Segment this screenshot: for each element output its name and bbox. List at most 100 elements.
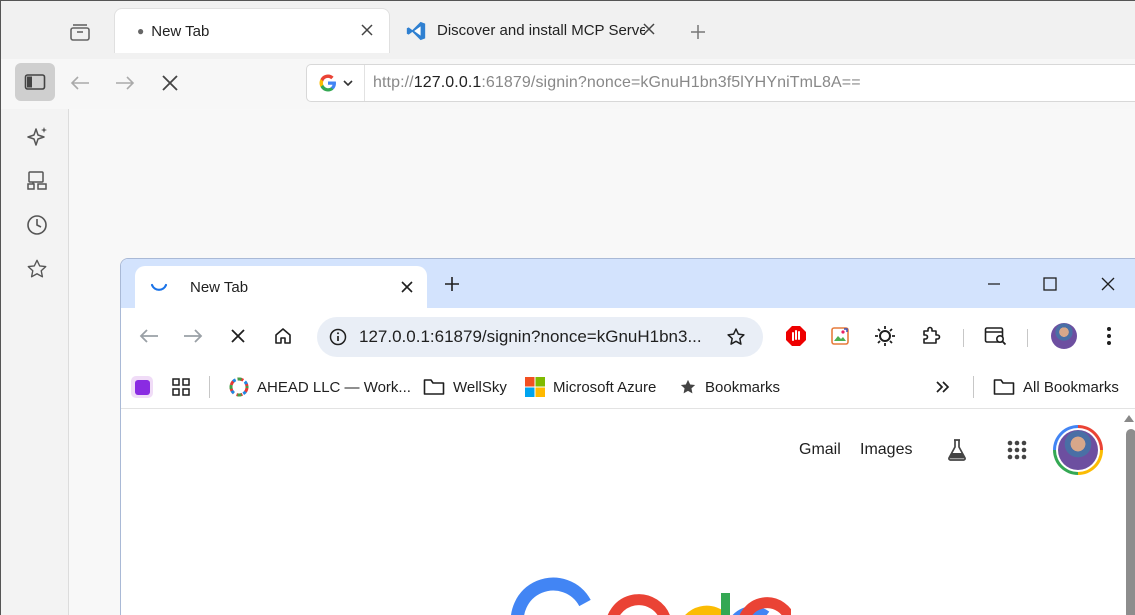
gmail-link[interactable]: Gmail bbox=[799, 441, 841, 459]
close-icon[interactable] bbox=[399, 279, 415, 295]
bookmark-microsoft-azure[interactable]: Microsoft Azure bbox=[525, 376, 656, 398]
back-button[interactable] bbox=[134, 321, 164, 351]
chevron-down-icon bbox=[342, 80, 353, 86]
account-avatar-button[interactable] bbox=[1053, 425, 1103, 475]
sun-extension-button[interactable] bbox=[870, 321, 900, 351]
flask-icon bbox=[948, 439, 966, 461]
sidebar-button-history[interactable] bbox=[23, 211, 51, 239]
new-tab-button[interactable] bbox=[439, 271, 465, 297]
forward-button[interactable] bbox=[110, 68, 140, 98]
tab-search-button[interactable] bbox=[981, 321, 1011, 351]
toolbar-separator bbox=[1027, 329, 1028, 347]
menu-button[interactable] bbox=[1094, 321, 1124, 351]
sidebar-button-favorites[interactable] bbox=[23, 255, 51, 283]
outer-sidebar bbox=[1, 109, 69, 615]
star-icon bbox=[680, 379, 696, 394]
stop-button[interactable] bbox=[223, 321, 253, 351]
bookmark-label: WellSky bbox=[453, 378, 507, 396]
info-icon bbox=[329, 328, 347, 346]
arrow-right-icon bbox=[184, 329, 203, 343]
close-icon[interactable] bbox=[641, 21, 657, 37]
inner-tab-title: New Tab bbox=[190, 278, 249, 296]
all-bookmarks-button[interactable]: All Bookmarks bbox=[993, 376, 1119, 398]
ublock-extension-button[interactable] bbox=[781, 321, 811, 351]
close-icon[interactable] bbox=[359, 22, 375, 38]
bookmark-ahead[interactable]: AHEAD LLC — Work... bbox=[229, 376, 411, 398]
scroll-up-arrow-icon[interactable] bbox=[1124, 415, 1134, 422]
outer-toolbar: http://127.0.0.1:61879/signin?nonce=kGnu… bbox=[1, 59, 1135, 109]
outer-address-bar[interactable]: http://127.0.0.1:61879/signin?nonce=kGnu… bbox=[306, 64, 1135, 102]
close-icon bbox=[1101, 277, 1115, 291]
maximize-button[interactable] bbox=[1037, 271, 1063, 297]
bookmarks-overflow-button[interactable] bbox=[935, 376, 951, 398]
inner-toolbar: 127.0.0.1:61879/signin?nonce=kGnuH1bn3..… bbox=[121, 308, 1135, 364]
chevron-double-right-icon bbox=[936, 381, 950, 393]
bookmark-wellsky[interactable]: WellSky bbox=[423, 376, 507, 398]
close-icon bbox=[162, 75, 178, 91]
bookmark-bookmarks[interactable]: Bookmarks bbox=[679, 376, 780, 398]
kebab-menu-icon bbox=[1107, 327, 1111, 345]
outer-tab-new-tab[interactable]: ● New Tab bbox=[114, 8, 390, 53]
omnibox-url: 127.0.0.1:61879/signin?nonce=kGnuH1bn3..… bbox=[359, 327, 702, 346]
folder-icon bbox=[423, 379, 445, 395]
bookmarks-bar: AHEAD LLC — Work... WellSky Microsoft Az… bbox=[121, 364, 1135, 409]
images-link[interactable]: Images bbox=[860, 441, 912, 459]
puzzle-icon bbox=[923, 326, 941, 344]
scrollbar-thumb[interactable] bbox=[1126, 429, 1135, 615]
search-engine-chip[interactable] bbox=[307, 65, 365, 101]
bookmark-app-purple[interactable] bbox=[131, 376, 153, 398]
tab-actions-button[interactable] bbox=[63, 15, 97, 49]
bookmark-label: Bookmarks bbox=[705, 378, 781, 396]
arrow-left-icon bbox=[70, 76, 89, 90]
profile-button[interactable] bbox=[1049, 321, 1079, 351]
forward-button[interactable] bbox=[178, 321, 208, 351]
tab-dot-icon: ● bbox=[137, 24, 145, 38]
avatar bbox=[1051, 323, 1077, 349]
bookmark-star-button[interactable] bbox=[725, 326, 747, 348]
folder-icon bbox=[993, 379, 1015, 395]
sidebar-icon bbox=[24, 74, 46, 90]
sidebar-toggle-button[interactable] bbox=[15, 63, 55, 101]
bookmark-label: Microsoft Azure bbox=[553, 378, 657, 396]
apps-grid-icon bbox=[172, 378, 190, 396]
purple-app-icon bbox=[131, 376, 153, 398]
minimize-icon bbox=[988, 283, 1000, 285]
site-info-button[interactable] bbox=[317, 317, 359, 357]
star-icon bbox=[727, 328, 745, 345]
avatar bbox=[1058, 430, 1098, 470]
vscode-icon bbox=[406, 21, 426, 40]
inner-tab-strip: New Tab bbox=[121, 259, 1135, 308]
apps-button[interactable] bbox=[171, 376, 191, 398]
outer-tab-mcp[interactable]: Discover and install MCP Server bbox=[399, 8, 661, 53]
sidebar-button-fleet[interactable] bbox=[23, 167, 51, 195]
home-icon bbox=[275, 328, 291, 344]
google-apps-button[interactable] bbox=[1003, 436, 1031, 464]
plus-icon bbox=[445, 277, 459, 291]
all-bookmarks-label: All Bookmarks bbox=[1023, 378, 1119, 396]
tab-search-icon bbox=[984, 327, 1007, 346]
url-scheme: http:// bbox=[373, 74, 414, 91]
labs-button[interactable] bbox=[943, 436, 971, 464]
inner-tab-new-tab[interactable]: New Tab bbox=[135, 266, 427, 308]
stop-button[interactable] bbox=[155, 68, 185, 98]
home-button[interactable] bbox=[268, 321, 298, 351]
sidebar-button-copilot[interactable] bbox=[23, 123, 51, 151]
back-button[interactable] bbox=[65, 68, 95, 98]
loading-spinner-icon bbox=[150, 283, 168, 291]
bookmarks-separator bbox=[209, 376, 210, 398]
close-window-button[interactable] bbox=[1095, 271, 1121, 297]
minimize-button[interactable] bbox=[981, 271, 1007, 297]
new-tab-button[interactable] bbox=[685, 19, 711, 45]
image-extension-button[interactable] bbox=[825, 321, 855, 351]
history-icon bbox=[27, 215, 47, 235]
apps-grid-icon bbox=[1007, 440, 1027, 460]
arrow-left-icon bbox=[139, 329, 158, 343]
extensions-button[interactable] bbox=[916, 321, 946, 351]
google-logo bbox=[511, 577, 791, 615]
bookmark-label: AHEAD LLC — Work... bbox=[257, 378, 411, 396]
maximize-icon bbox=[1043, 277, 1057, 291]
archive-icon bbox=[70, 24, 90, 41]
omnibox[interactable]: 127.0.0.1:61879/signin?nonce=kGnuH1bn3..… bbox=[317, 317, 763, 357]
close-icon bbox=[231, 329, 245, 343]
ahead-icon bbox=[229, 377, 249, 397]
